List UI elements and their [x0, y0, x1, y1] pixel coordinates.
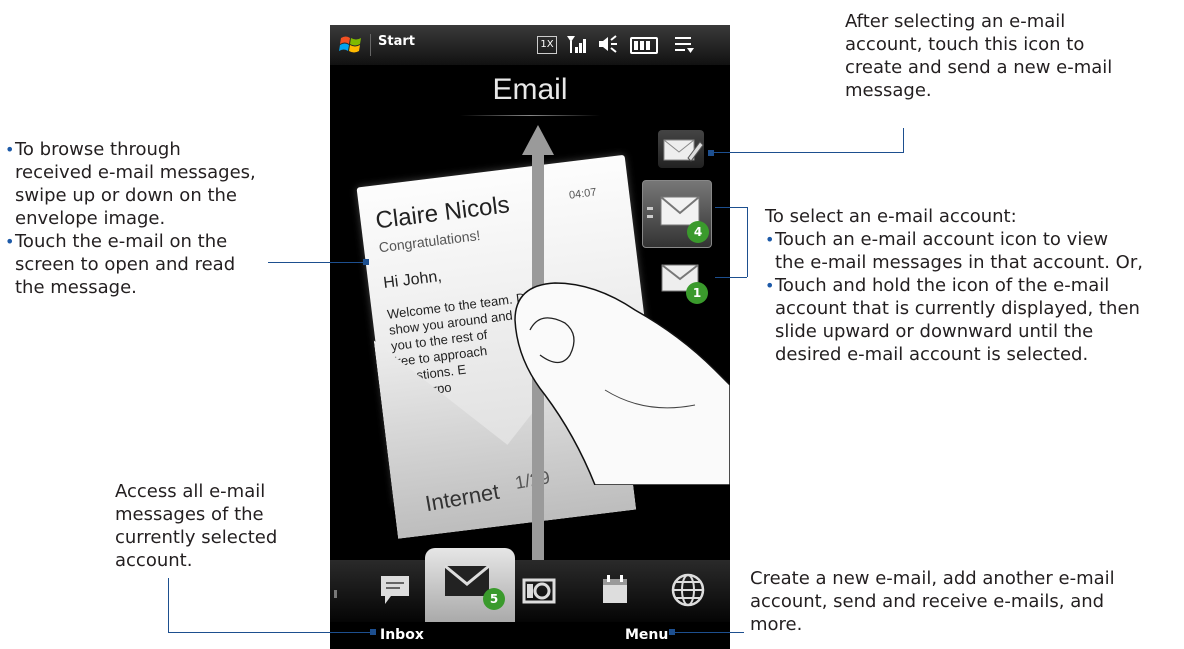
windows-start-icon[interactable] [338, 33, 364, 57]
speaker-icon [597, 34, 619, 58]
annotation-line: To browse through [15, 139, 181, 160]
1x-network-icon: 1X [537, 36, 557, 54]
tab-photos[interactable] [520, 570, 560, 610]
email-greeting: Hi John, [382, 267, 443, 293]
annotation-line: Touch and hold the icon of the e-mail [775, 275, 1110, 296]
callout-line [672, 632, 744, 633]
email-time: 04:07 [568, 186, 598, 202]
callout-line [168, 578, 169, 633]
annotation-line: screen to open and read [15, 254, 236, 275]
select-account-heading: To select an e-mail account: [765, 206, 1017, 227]
annotation-line: currently selected [115, 527, 278, 548]
callout-line [903, 128, 904, 153]
email-account-2-icon[interactable]: 1 [658, 257, 708, 304]
tab-partial-left [334, 590, 337, 598]
new-mail-annotation: After selecting an e-mail account, touch… [845, 10, 1145, 102]
start-label[interactable]: Start [378, 34, 415, 49]
browse-annotation: To browse through received e-mail messag… [5, 138, 305, 299]
soft-key-bar: Inbox Menu [330, 622, 730, 649]
email-sender: Claire Nicols [374, 191, 512, 235]
calendar-icon [603, 575, 627, 603]
notification-menu-icon[interactable] [675, 36, 695, 58]
callout-dot [708, 150, 714, 156]
inbox-softkey[interactable]: Inbox [380, 627, 424, 643]
annotation-line: received e-mail messages, [15, 162, 256, 183]
callout-line [168, 632, 373, 633]
callout-line [715, 277, 747, 278]
annotation-line: messages of the [115, 504, 264, 525]
annotation-line: Create a new e-mail, add another e-mail [750, 568, 1115, 589]
finger-icon [514, 282, 730, 485]
mail-icon [444, 564, 490, 596]
annotation-line: Access all e-mail [115, 481, 266, 502]
callout-line [268, 262, 366, 263]
annotation-line: desired e-mail account is selected. [775, 344, 1089, 365]
callout-dot [370, 629, 376, 635]
callout-dot [363, 259, 369, 265]
callout-line [708, 152, 904, 153]
open-bullet: Touch the e-mail on the screen to open a… [5, 230, 305, 299]
globe-icon [671, 573, 705, 607]
annotation-line: account, touch this icon to [845, 34, 1085, 55]
new-email-button[interactable] [658, 130, 704, 168]
battery-icon [630, 37, 658, 54]
annotation-line: Touch an e-mail account icon to view [775, 229, 1109, 250]
account-2-unread-badge: 1 [686, 282, 708, 304]
annotation-line: the message. [15, 277, 137, 298]
tab-email[interactable]: 5 [425, 548, 515, 623]
signal-icon [565, 33, 587, 59]
annotation-line: After selecting an e-mail [845, 11, 1066, 32]
annotation-line: the e-mail messages in that account. Or, [775, 252, 1143, 273]
annotation-line: create and send a new e-mail [845, 57, 1113, 78]
page-title: Email [492, 73, 568, 106]
annotation-line: account that is currently displayed, the… [775, 298, 1140, 319]
annotation-line: swipe up or down on the [15, 185, 237, 206]
browse-bullet: To browse through received e-mail messag… [5, 138, 305, 230]
annotation-line: account. [115, 550, 193, 571]
email-tab-badge: 5 [483, 588, 505, 610]
menu-annotation: Create a new e-mail, add another e-mail … [750, 567, 1180, 636]
annotation-line: account, send and receive e-mails, and [750, 591, 1105, 612]
tab-messaging[interactable] [375, 570, 415, 610]
select-bullet: Touch an e-mail account icon to view the… [765, 228, 1184, 274]
email-account-1-icon[interactable]: 4 [642, 180, 712, 248]
callout-line [715, 207, 747, 208]
home-tab-bar: 5 [330, 548, 730, 623]
callout-line [747, 207, 748, 277]
status-bar: Start 1X [330, 25, 730, 65]
title-underline [460, 115, 600, 116]
phone-screen: Start 1X Email Claire Nicols 04:07 Congr… [330, 25, 730, 649]
menu-softkey[interactable]: Menu [625, 627, 668, 643]
annotation-line: Touch the e-mail on the [15, 231, 228, 252]
annotation-line: message. [845, 80, 932, 101]
status-divider [370, 34, 371, 56]
tab-internet[interactable] [668, 570, 708, 610]
hold-bullet: Touch and hold the icon of the e-mail ac… [765, 274, 1184, 366]
annotation-line: envelope image. [15, 208, 166, 229]
annotation-line: slide upward or downward until the [775, 321, 1094, 342]
camera-icon [522, 578, 556, 604]
select-account-annotation: To select an e-mail account: Touch an e-… [765, 205, 1184, 366]
inbox-annotation: Access all e-mail messages of the curren… [115, 480, 325, 572]
tab-calendar[interactable] [595, 570, 635, 610]
message-bubble-icon [381, 576, 409, 604]
annotation-line: more. [750, 614, 803, 635]
account-1-unread-badge: 4 [687, 221, 709, 243]
